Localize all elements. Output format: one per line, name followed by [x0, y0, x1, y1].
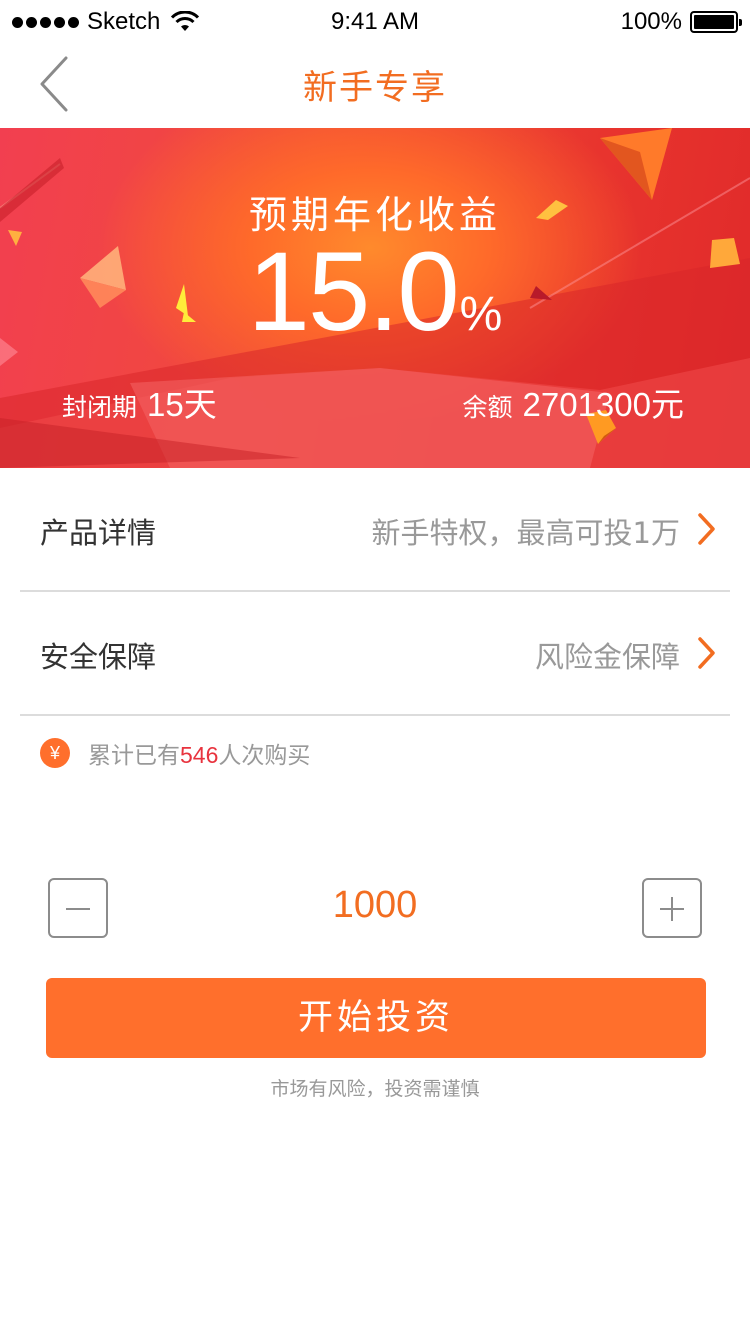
risk-note: 市场有风险，投资需谨慎 [270, 1078, 480, 1100]
battery-percent: 100% [620, 8, 682, 35]
nav-bar: 新手专享 [0, 40, 750, 128]
yield-rate-value: 15.0 [247, 229, 460, 354]
battery-icon [690, 11, 742, 33]
chevron-right-icon [698, 513, 715, 545]
balance-label: 余额 [462, 393, 513, 422]
term-label: 封闭期 [62, 393, 138, 422]
chevron-right-icon [698, 637, 715, 669]
balance-unit: 元 [651, 385, 684, 424]
amount-input[interactable] [200, 884, 550, 927]
status-right: 100% [620, 8, 742, 36]
security-row[interactable]: 安全保障 风险金保障 [20, 592, 730, 716]
yen-icon: ¥ [40, 738, 70, 768]
hero-banner: 预期年化收益 15.0% 封闭期 15天 余额 2701300元 [0, 128, 750, 468]
balance-value: 2701300元 [523, 378, 684, 426]
balance-info: 余额 2701300元 [463, 378, 685, 426]
security-value: 风险金保障 [534, 640, 680, 674]
security-label: 安全保障 [40, 640, 157, 674]
purchase-count-text: 累计已有546人次购买 [88, 736, 310, 770]
product-details-label: 产品详情 [40, 516, 157, 550]
decrease-button[interactable] [48, 878, 108, 938]
term-unit: 天 [183, 385, 217, 424]
yield-rate: 15.0% [0, 236, 750, 348]
status-bar: Sketch 9:41 AM 100% [0, 0, 750, 40]
purchase-count-number: 546 [180, 742, 219, 768]
page-title: 新手专享 [303, 68, 447, 108]
term-info: 封闭期 15天 [62, 378, 217, 426]
purchase-count: ¥ 累计已有546人次购买 [40, 736, 310, 770]
start-invest-button[interactable]: 开始投资 [46, 978, 706, 1058]
term-number: 15 [147, 386, 184, 423]
yield-rate-unit: % [459, 288, 503, 341]
purchase-prefix: 累计已有 [88, 743, 180, 769]
balance-number: 2701300 [522, 386, 651, 423]
purchase-suffix: 人次购买 [218, 743, 311, 769]
increase-button[interactable] [642, 878, 702, 938]
product-details-row[interactable]: 产品详情 新手特权，最高可投1万 [20, 468, 730, 592]
term-value: 15天 [147, 378, 217, 426]
product-details-value: 新手特权，最高可投1万 [371, 516, 680, 550]
